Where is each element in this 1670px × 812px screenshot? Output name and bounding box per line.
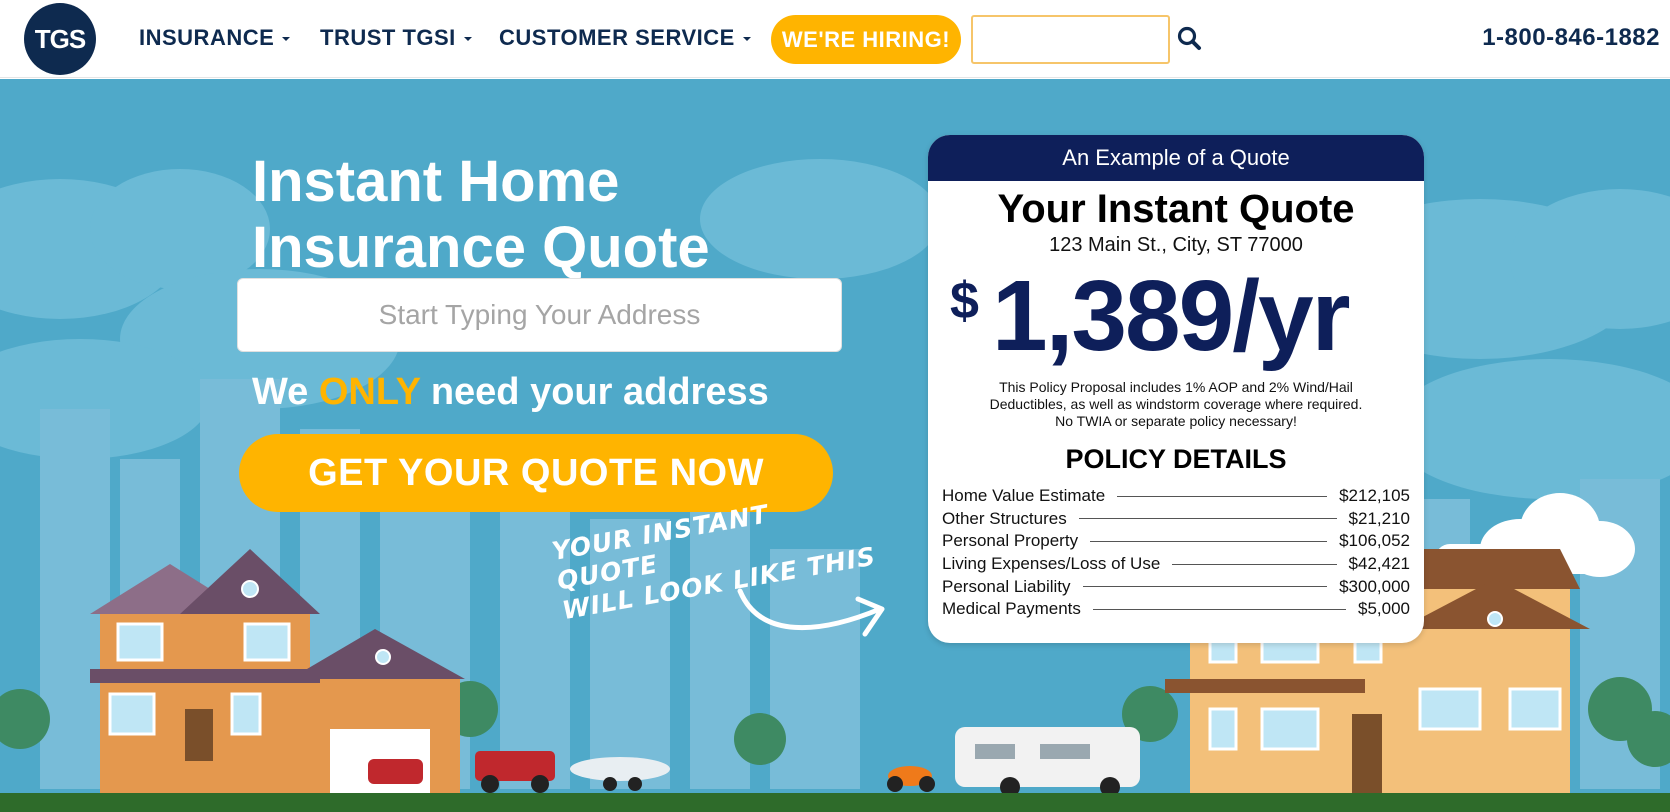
- detail-value: $21,210: [1348, 508, 1410, 528]
- disclaimer-line: No TWIA or separate policy necessary!: [1055, 413, 1297, 429]
- quote-card-address: 123 Main St., City, ST 77000: [1049, 234, 1303, 256]
- caret-down-icon: [463, 37, 472, 42]
- quote-card-header: An Example of a Quote: [928, 135, 1424, 181]
- policy-details-list: Home Value Estimate $212,105 Other Struct…: [942, 485, 1410, 621]
- nav-item-customer-service[interactable]: CUSTOMER SERVICE: [499, 25, 751, 51]
- price-currency: $: [950, 272, 979, 330]
- hero-section: Instant Home Insurance Quote We ONLY nee…: [0, 79, 1670, 812]
- address-input[interactable]: [237, 278, 842, 352]
- detail-label: Personal Liability: [942, 576, 1071, 596]
- leader-line: [1172, 563, 1337, 565]
- disclaimer-line: This Policy Proposal includes 1% AOP and…: [999, 379, 1353, 395]
- page-title: Instant Home Insurance Quote: [252, 149, 852, 281]
- caret-down-icon: [282, 37, 291, 42]
- quote-disclaimer: This Policy Proposal includes 1% AOP and…: [928, 379, 1424, 430]
- get-quote-button[interactable]: GET YOUR QUOTE NOW: [239, 434, 833, 512]
- tgs-logo[interactable]: TGS: [24, 3, 96, 75]
- nav-item-label: CUSTOMER SERVICE: [499, 25, 735, 50]
- policy-detail-row: Home Value Estimate $212,105: [942, 485, 1410, 508]
- detail-label: Personal Property: [942, 531, 1079, 551]
- example-quote-card: An Example of a Quote Your Instant Quote…: [928, 135, 1424, 643]
- nav-item-label: TRUST TGSI: [320, 25, 456, 50]
- grass-strip: [0, 793, 1670, 812]
- policy-detail-row: Living Expenses/Loss of Use $42,421: [942, 553, 1410, 576]
- disclaimer-line: Deductibles, as well as windstorm covera…: [989, 396, 1363, 412]
- policy-detail-row: Personal Liability $300,000: [942, 575, 1410, 598]
- address-only-tagline: We ONLY need your address: [252, 371, 769, 414]
- detail-value: $106,052: [1339, 531, 1410, 551]
- leader-line: [1117, 495, 1328, 497]
- search-icon: [1177, 26, 1201, 50]
- headline-line-2: Insurance Quote: [252, 215, 710, 280]
- leader-line: [1092, 608, 1346, 610]
- leader-line: [1078, 518, 1337, 520]
- policy-detail-row: Medical Payments $5,000: [942, 598, 1410, 621]
- leader-line: [1082, 586, 1328, 588]
- policy-details-title: POLICY DETAILS: [1065, 444, 1287, 474]
- detail-label: Medical Payments: [942, 599, 1081, 619]
- hiring-button[interactable]: WE'RE HIRING!: [771, 15, 961, 64]
- detail-label: Other Structures: [942, 508, 1067, 528]
- quote-card-title: Your Instant Quote: [997, 187, 1355, 231]
- detail-label: Living Expenses/Loss of Use: [942, 554, 1161, 574]
- search-button[interactable]: [1175, 24, 1205, 54]
- quote-price: $ 1,389/yr: [928, 261, 1424, 379]
- tagline-suffix: need your address: [420, 371, 769, 413]
- policy-detail-row: Other Structures $21,210: [942, 508, 1410, 531]
- detail-label: Home Value Estimate: [942, 486, 1106, 506]
- detail-value: $42,421: [1348, 554, 1410, 574]
- nav-item-trust-tgsi[interactable]: TRUST TGSI: [320, 25, 472, 51]
- detail-value: $5,000: [1358, 599, 1410, 619]
- tagline-only-word: ONLY: [318, 371, 421, 413]
- nav-item-insurance[interactable]: INSURANCE: [139, 25, 291, 51]
- policy-detail-row: Personal Property $106,052: [942, 530, 1410, 553]
- leader-line: [1090, 540, 1328, 542]
- top-nav: TGS INSURANCE TRUST TGSI CUSTOMER SERVIC…: [0, 0, 1670, 78]
- search-input[interactable]: [971, 15, 1170, 64]
- detail-value: $212,105: [1339, 486, 1410, 506]
- tagline-prefix: We: [252, 371, 319, 413]
- headline-line-1: Instant Home: [252, 149, 620, 214]
- detail-value: $300,000: [1339, 576, 1410, 596]
- phone-number-link[interactable]: 1-800-846-1882: [1482, 24, 1660, 52]
- caret-down-icon: [742, 37, 751, 42]
- price-amount: 1,389/yr: [992, 260, 1351, 372]
- nav-item-label: INSURANCE: [139, 25, 275, 50]
